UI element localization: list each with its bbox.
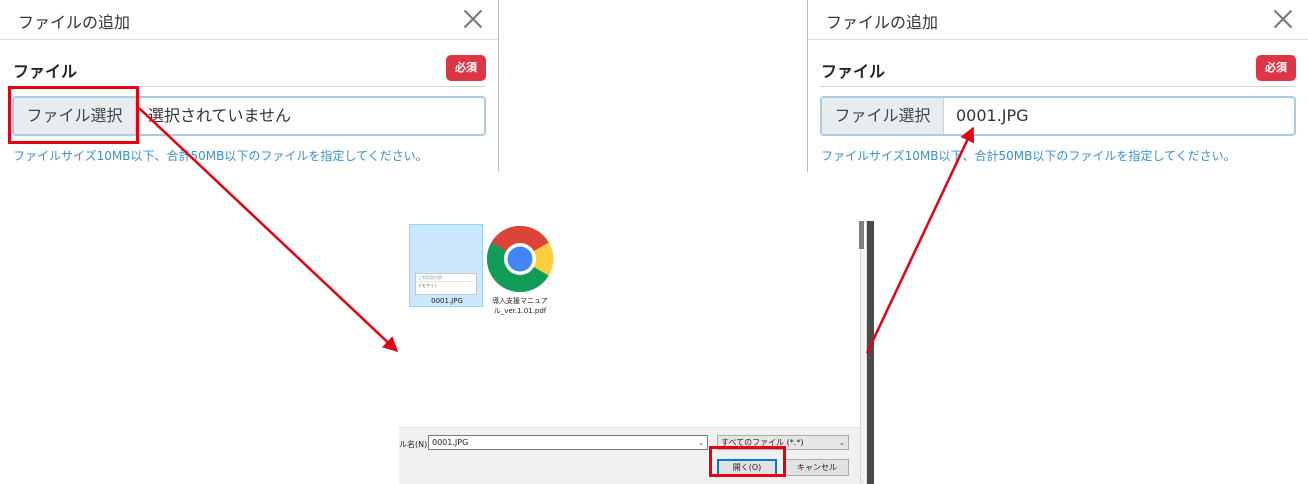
- required-badge: 必須: [1256, 55, 1296, 81]
- chrome-icon: [486, 225, 554, 293]
- file-name-line: 導入支援マニュア: [492, 297, 548, 305]
- dialog-title-strip: [859, 221, 864, 249]
- choose-file-button[interactable]: ファイル選択: [14, 98, 136, 134]
- filename-input[interactable]: 0001.JPG ⌄: [428, 435, 708, 450]
- chevron-down-icon[interactable]: ⌄: [839, 437, 845, 450]
- chevron-down-icon[interactable]: ⌄: [698, 437, 704, 450]
- cancel-button[interactable]: キャンセル: [785, 459, 849, 476]
- file-input-value: 選択されていません: [148, 106, 292, 125]
- background-window-border: [866, 221, 867, 484]
- file-add-modal-before: ファイルの追加 ファイル 必須 ファイル選択 選択されていません ファイルサイズ…: [0, 0, 499, 172]
- file-field-label: ファイル: [821, 62, 886, 81]
- file-item-jpg[interactable]: ご利用案内票 デモサイト 0001.JPG: [409, 224, 483, 307]
- background-window-edge: [866, 221, 874, 484]
- modal-title: ファイルの追加: [826, 13, 939, 32]
- close-icon[interactable]: [1270, 6, 1296, 32]
- open-button[interactable]: 開く(O): [717, 459, 777, 476]
- file-size-help-text: ファイルサイズ10MB以下、合計50MB以下のファイルを指定してください。: [13, 149, 428, 163]
- file-add-modal-after: ファイルの追加 ファイル 必須 ファイル選択 0001.JPG ファイルサイズ1…: [807, 0, 1308, 172]
- file-open-dialog: ご利用案内票 デモサイト 0001.JPG 導入支援マニュア ル_ver.1.01…: [399, 221, 866, 484]
- file-item-pdf[interactable]: 導入支援マニュア ル_ver.1.01.pdf: [485, 224, 555, 320]
- dialog-footer: ル名(N): 0001.JPG ⌄ すべてのファイル (*.*) ⌄ 開く(O)…: [399, 427, 864, 484]
- file-size-help-text: ファイルサイズ10MB以下、合計50MB以下のファイルを指定してください。: [821, 149, 1236, 163]
- file-field-label: ファイル: [13, 62, 78, 81]
- filetype-value: すべてのファイル (*.*): [721, 438, 804, 447]
- divider: [820, 86, 1296, 87]
- modal-header: ファイルの追加: [0, 0, 498, 40]
- dialog-scrollbar[interactable]: [860, 249, 865, 484]
- filename-label: ル名(N):: [399, 440, 430, 449]
- choose-file-button[interactable]: ファイル選択: [822, 98, 944, 134]
- filetype-select[interactable]: すべてのファイル (*.*) ⌄: [717, 435, 849, 450]
- file-input[interactable]: ファイル選択 0001.JPG: [820, 96, 1296, 136]
- divider: [12, 86, 486, 87]
- thumbnail-divider: [418, 281, 474, 282]
- modal-header: ファイルの追加: [808, 0, 1308, 40]
- file-name: 導入支援マニュア ル_ver.1.01.pdf: [485, 296, 555, 316]
- filename-value: 0001.JPG: [432, 438, 469, 447]
- file-name-line: ル_ver.1.01.pdf: [493, 307, 547, 315]
- thumbnail-text: デモサイト: [418, 283, 438, 288]
- image-thumbnail: ご利用案内票 デモサイト: [415, 273, 477, 295]
- file-input-value: 0001.JPG: [956, 106, 1029, 125]
- modal-title: ファイルの追加: [18, 13, 131, 32]
- resize-grip-icon[interactable]: ⋱: [857, 475, 864, 483]
- close-icon[interactable]: [460, 6, 486, 32]
- file-input[interactable]: ファイル選択 選択されていません: [12, 96, 486, 136]
- file-name: 0001.JPG: [431, 297, 463, 305]
- required-badge: 必須: [446, 55, 486, 81]
